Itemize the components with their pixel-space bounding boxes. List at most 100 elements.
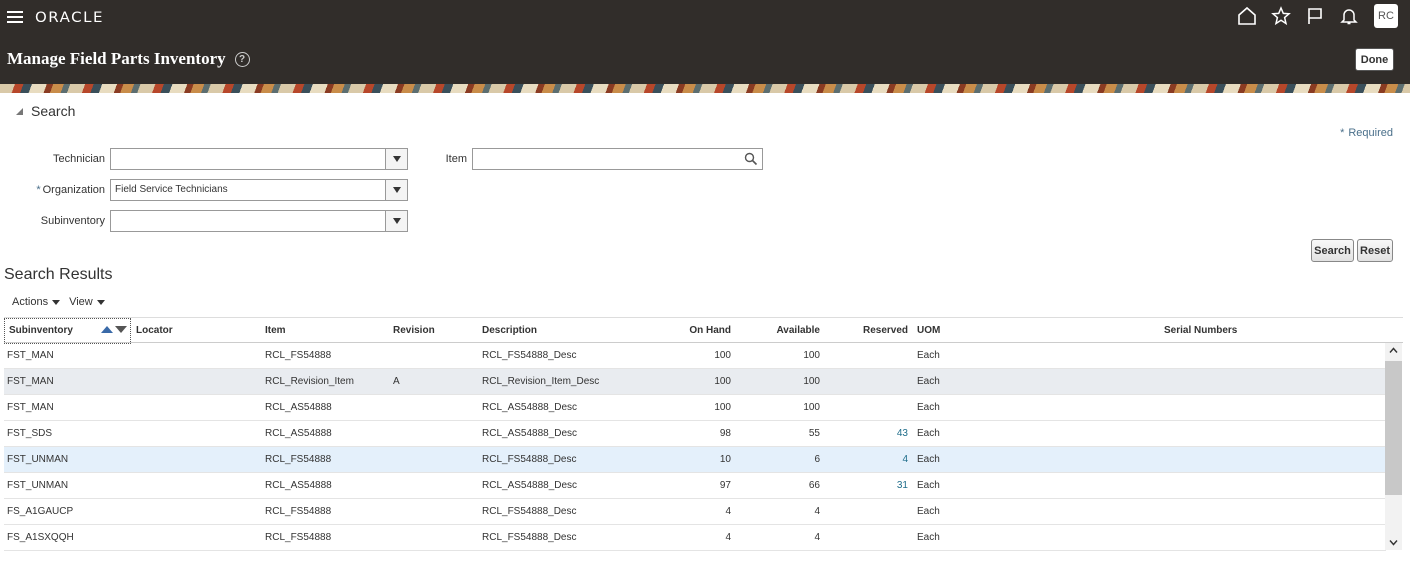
collapse-triangle-icon[interactable] <box>16 107 23 115</box>
column-description-label[interactable]: Description <box>482 325 537 336</box>
cell-on-hand: 98 <box>719 428 731 439</box>
cell-uom: Each <box>917 428 940 439</box>
cell-revision: A <box>393 376 400 387</box>
sort-descending-icon[interactable] <box>115 326 127 333</box>
organization-combo[interactable]: Field Service Technicians <box>110 179 408 201</box>
cell-reserved[interactable]: 4 <box>834 454 908 465</box>
reset-button[interactable]: Reset <box>1357 239 1393 262</box>
cell-description: RCL_FS54888_Desc <box>482 532 577 543</box>
scroll-up-icon[interactable] <box>1389 346 1398 355</box>
results-toolbar: Actions View <box>12 296 114 308</box>
search-results-title: Search Results <box>4 266 113 283</box>
cell-uom: Each <box>917 480 940 491</box>
cell-available: 6 <box>814 454 820 465</box>
organization-value: Field Service Technicians <box>115 184 228 195</box>
home-icon[interactable] <box>1230 4 1264 28</box>
column-locator-label[interactable]: Locator <box>136 325 173 336</box>
sort-ascending-icon[interactable] <box>101 326 113 333</box>
help-icon[interactable]: ? <box>234 51 250 67</box>
cell-subinventory: FST_UNMAN <box>7 454 69 465</box>
flag-icon[interactable] <box>1298 4 1332 28</box>
table-row[interactable]: FST_MAN RCL_AS54888 RCL_AS54888_Desc 100 100… <box>4 395 1386 421</box>
cell-uom: Each <box>917 532 940 543</box>
scroll-down-icon[interactable] <box>1389 538 1398 547</box>
subinventory-combo[interactable] <box>110 210 408 232</box>
column-available-label[interactable]: Available <box>744 325 820 336</box>
cell-description: RCL_AS54888_Desc <box>482 402 578 413</box>
subinventory-label: Subinventory <box>40 215 105 227</box>
column-revision-label[interactable]: Revision <box>393 325 435 336</box>
cell-subinventory: FST_UNMAN <box>7 480 69 491</box>
page-title-text: Manage Field Parts Inventory <box>7 49 226 68</box>
view-menu[interactable]: View <box>69 296 105 308</box>
technician-label: Technician <box>53 153 105 165</box>
technician-dropdown-icon[interactable] <box>385 149 407 169</box>
scrollbar-thumb[interactable] <box>1385 361 1402 495</box>
decorative-banner <box>0 84 1410 93</box>
cell-available: 55 <box>808 428 820 439</box>
cell-available: 66 <box>808 480 820 491</box>
results-table: Subinventory Locator Item Revision Descr… <box>4 317 1403 551</box>
organization-dropdown-icon[interactable] <box>385 180 407 200</box>
cell-description: RCL_FS54888_Desc <box>482 350 577 361</box>
search-icon[interactable] <box>744 152 758 166</box>
cell-available: 100 <box>803 402 820 413</box>
table-row[interactable]: FST_UNMAN RCL_FS54888 RCL_FS54888_Desc 10 6 4… <box>4 447 1386 473</box>
column-item-label[interactable]: Item <box>265 325 286 336</box>
view-menu-label: View <box>69 296 93 308</box>
technician-combo[interactable] <box>110 148 408 170</box>
user-avatar[interactable]: RC <box>1374 4 1398 28</box>
notifications-bell-icon[interactable] <box>1332 4 1366 28</box>
table-row[interactable]: FST_MAN RCL_FS54888 RCL_FS54888_Desc 100 100… <box>4 343 1386 369</box>
cell-reserved[interactable]: 31 <box>834 480 908 491</box>
column-on-hand-label[interactable]: On Hand <box>624 325 731 336</box>
cell-description: RCL_FS54888_Desc <box>482 454 577 465</box>
cell-on-hand: 100 <box>714 402 731 413</box>
cell-on-hand: 4 <box>725 532 731 543</box>
table-header: Subinventory Locator Item Revision Descr… <box>4 317 1403 344</box>
cell-reserved[interactable]: 43 <box>834 428 908 439</box>
cell-uom: Each <box>917 454 940 465</box>
oracle-logo[interactable]: ORACLE <box>35 8 104 25</box>
search-section-label: Search <box>31 103 76 119</box>
column-uom-label[interactable]: UOM <box>917 325 940 336</box>
actions-menu[interactable]: Actions <box>12 296 61 308</box>
cell-available: 4 <box>814 506 820 517</box>
cell-subinventory: FST_MAN <box>7 402 54 413</box>
menu-icon[interactable] <box>7 9 23 25</box>
favorites-star-icon[interactable] <box>1264 4 1298 28</box>
column-reserved-label[interactable]: Reserved <box>834 325 908 336</box>
cell-subinventory: FST_SDS <box>7 428 53 439</box>
done-button[interactable]: Done <box>1355 48 1394 71</box>
cell-subinventory: FST_MAN <box>7 350 54 361</box>
cell-available: 100 <box>803 350 820 361</box>
table-row[interactable]: FS_A1GAUCP RCL_FS54888 RCL_FS54888_Desc 4 4 E… <box>4 499 1386 525</box>
cell-item: RCL_FS54888 <box>265 532 332 543</box>
cell-on-hand: 10 <box>719 454 731 465</box>
cell-uom: Each <box>917 350 940 361</box>
item-search-input[interactable] <box>472 148 763 170</box>
page-title: Manage Field Parts Inventory ? <box>7 49 250 69</box>
subinventory-dropdown-icon[interactable] <box>385 211 407 231</box>
organization-label-text: Organization <box>42 184 105 196</box>
cell-on-hand: 4 <box>725 506 731 517</box>
column-serial-numbers-label[interactable]: Serial Numbers <box>1164 325 1237 336</box>
search-section-toggle[interactable]: Search <box>16 103 75 119</box>
search-button[interactable]: Search <box>1311 239 1354 262</box>
item-label: Item <box>445 153 467 165</box>
column-subinventory-label[interactable]: Subinventory <box>9 325 73 336</box>
cell-item: RCL_FS54888 <box>265 454 332 465</box>
table-row[interactable]: FST_SDS RCL_AS54888 RCL_AS54888_Desc 98 55 43… <box>4 421 1386 447</box>
table-row[interactable]: FST_UNMAN RCL_AS54888 RCL_AS54888_Desc 97 66… <box>4 473 1386 499</box>
global-icons: RC <box>1230 4 1410 28</box>
cell-item: RCL_AS54888 <box>265 428 332 439</box>
required-label: Required <box>1348 127 1393 139</box>
cell-description: RCL_FS54888_Desc <box>482 506 577 517</box>
chevron-down-icon <box>96 299 105 305</box>
cell-subinventory: FS_A1SXQQH <box>7 532 74 543</box>
table-row[interactable]: FS_A1SXQQH RCL_FS54888 RCL_FS54888_Desc 4 4 E… <box>4 525 1386 551</box>
vertical-scrollbar[interactable] <box>1385 343 1402 550</box>
cell-item: RCL_FS54888 <box>265 350 332 361</box>
table-row[interactable]: FST_MAN RCL_Revision_Item A RCL_Revision_It… <box>4 369 1386 395</box>
required-marker: * <box>36 184 41 196</box>
